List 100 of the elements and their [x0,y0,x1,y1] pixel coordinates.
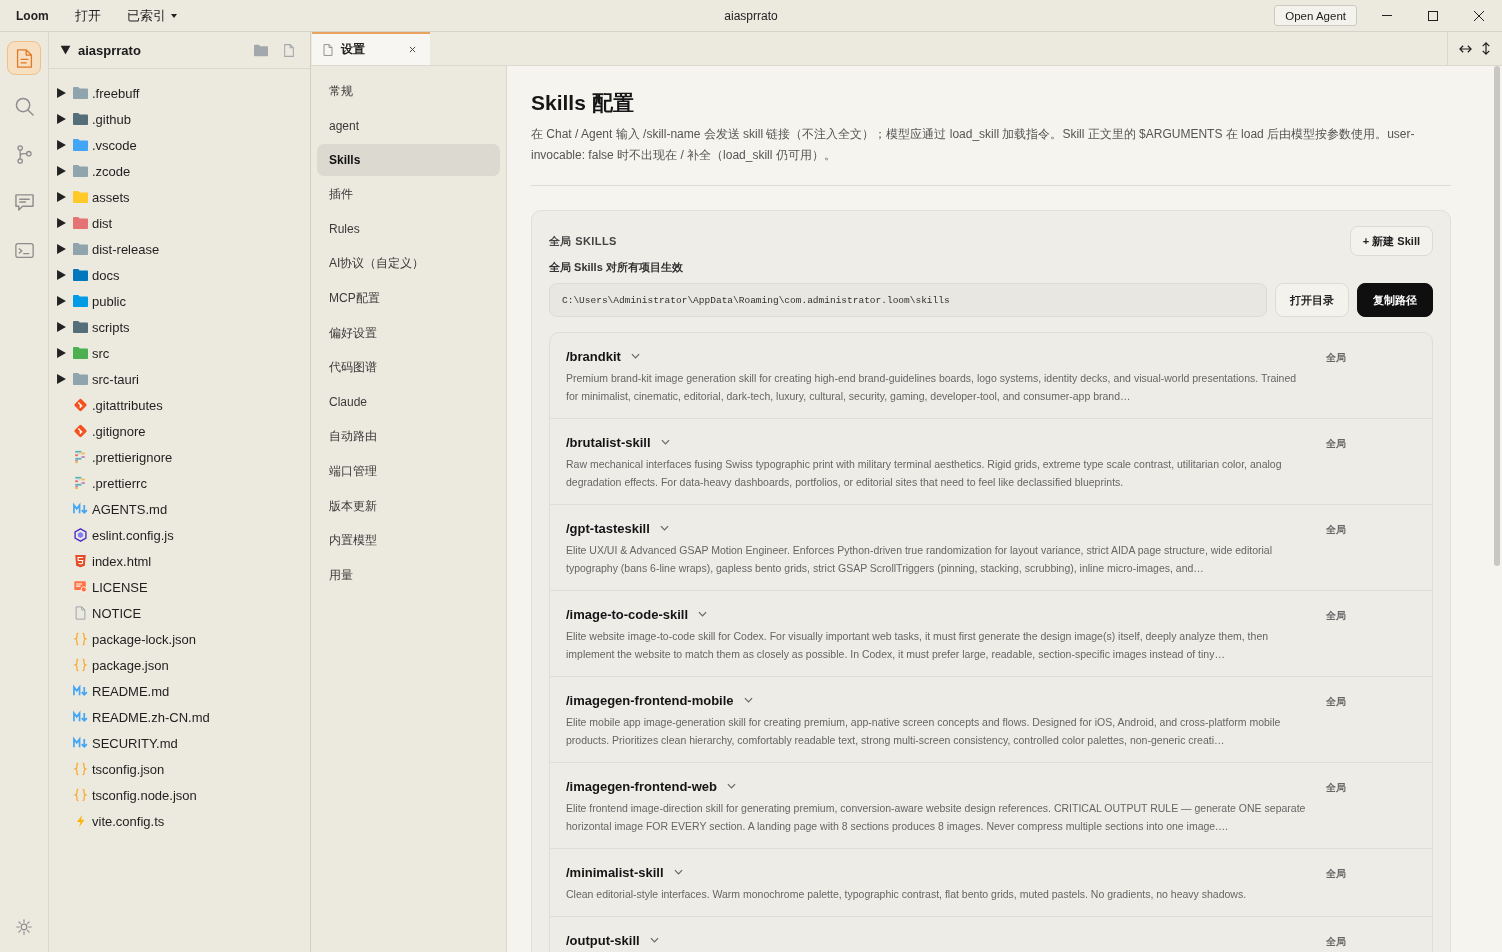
caret-icon[interactable] [57,322,66,332]
tree-item[interactable]: .gitignore [49,418,310,444]
tree-item[interactable]: .github [49,106,310,132]
project-name[interactable]: aiasprrato [78,42,141,58]
tree-item[interactable]: assets [49,184,310,210]
tree-item[interactable]: AGENTS.md [49,496,310,522]
file-icon [72,606,88,620]
tree-item[interactable]: LICENSE [49,574,310,600]
settings-nav-item[interactable]: 插件 [317,178,500,211]
caret-icon[interactable] [57,374,66,384]
caret-icon[interactable] [57,140,66,150]
tree-item[interactable]: .prettierignore [49,444,310,470]
settings-nav-item[interactable]: Rules [317,213,500,246]
new-skill-button[interactable]: + 新建 Skill [1349,226,1433,256]
caret-icon[interactable] [57,166,66,176]
copy-path-button[interactable]: 复制路径 [1357,283,1433,317]
git-icon [72,424,88,438]
page-title: Skills 配置 [531,90,635,116]
close-icon[interactable] [409,46,416,53]
tree-item[interactable]: src-tauri [49,366,310,392]
settings-nav-item[interactable]: Skills [317,144,500,177]
scrollbar-thumb[interactable] [1494,66,1500,566]
document-icon [14,48,34,68]
chevron-down-icon[interactable] [659,525,669,531]
settings-nav-item[interactable]: 偏好设置 [317,317,500,350]
chevron-down-icon[interactable] [630,353,640,359]
vertical-arrows-icon[interactable] [1481,42,1491,55]
tree-item[interactable]: docs [49,262,310,288]
tree-item[interactable]: .freebuff [49,80,310,106]
tree-item[interactable]: .gitattributes [49,392,310,418]
tree-item[interactable]: tsconfig.node.json [49,782,310,808]
settings-nav-item[interactable]: 代码图谱 [317,351,500,384]
tree-item[interactable]: dist-release [49,236,310,262]
app-name: Loom [16,8,49,23]
maximize-icon [1428,10,1438,21]
chevron-down-icon[interactable] [649,937,659,943]
tree-item[interactable]: package-lock.json [49,626,310,652]
braces-icon [72,788,88,802]
caret-icon[interactable] [57,114,66,124]
settings-nav-item[interactable]: Claude [317,386,500,419]
close-icon [1474,10,1484,21]
chevron-down-icon[interactable] [673,869,683,875]
hexagon-icon [72,528,88,542]
editor-tab[interactable]: 设置 [312,32,430,65]
skill-description: Elite website image-to-code skill for Codex. For visually important web tasks, it must first generate the design image(s) itself, deeply analyze them, then implement the website to match them as closely as possible. In Codex, it must prefer large, readable, section-specific images instead of tiny… [566,629,1270,662]
caret-icon[interactable] [57,244,66,254]
open-agent-button[interactable]: Open Agent [1274,5,1357,26]
caret-icon[interactable] [57,88,66,98]
tree-item[interactable]: src [49,340,310,366]
markdown-icon [72,710,88,724]
path-field[interactable]: C:\Users\Administrator\AppData\Roaming\com.administrator.loom\skills [549,283,1267,317]
settings-nav-item[interactable]: 用量 [317,559,500,592]
skill-description: Elite frontend image-direction skill for generating premium, conversion-aware website design references. CRITICAL OUTPUT RULE — generate ONE separate horizontal image FOR EVERY section. A landing page with 8 sections produces 8 images. Never compress multiple sections into one image.… [566,801,1307,834]
caret-icon[interactable] [57,348,66,358]
tree-item[interactable]: tsconfig.json [49,756,310,782]
page-description: 在 Chat / Agent 输入 /skill-name 会发送 skill 链接（不注入全文）；模型应通过 load_skill 加载指令。Skill 正文里的 $ARGUMENTS 在 load 后由模型按参数使用。user-invocable: false 时不出现在 / 补全（load_skill 仍可用）。 [531,126,1416,164]
settings-nav-item[interactable]: 自动路由 [317,420,500,453]
tree-item[interactable]: .prettierrc [49,470,310,496]
tree-item[interactable]: NOTICE [49,600,310,626]
tree-item[interactable]: SECURITY.md [49,730,310,756]
caret-icon[interactable] [57,218,66,228]
braces-icon [72,762,88,776]
tree-item[interactable]: scripts [49,314,310,340]
chevron-down-icon[interactable] [726,783,736,789]
open-folder-button[interactable]: 打开目录 [1275,283,1349,317]
settings-nav-item[interactable]: agent [317,109,500,142]
tree-item[interactable]: package.json [49,652,310,678]
scope-tag: 全局 [1314,519,1432,577]
caret-icon[interactable] [57,296,66,306]
caret-icon[interactable] [60,45,71,55]
caret-icon[interactable] [57,192,66,202]
markdown-icon [72,502,88,516]
settings-nav-item[interactable]: 端口管理 [317,455,500,488]
settings-nav-item[interactable]: 常规 [317,75,500,107]
caret-icon[interactable] [57,270,66,280]
tree-item[interactable]: .vscode [49,132,310,158]
settings-nav-item[interactable]: 内置模型 [317,524,500,557]
chevron-down-icon[interactable] [743,697,753,703]
tree-item[interactable]: README.zh-CN.md [49,704,310,730]
tree-item[interactable]: README.md [49,678,310,704]
settings-nav-item[interactable]: MCP配置 [317,282,500,315]
settings-nav-item[interactable]: 版本更新 [317,490,500,523]
skill-name: /minimalist-skill [566,864,664,880]
skill-description: Raw mechanical interfaces fusing Swiss typographic print with military terminal aesthetics. Rigid grids, extreme type scale contrast, utilitarian color, analog degradation effects. For data-heavy dashboards, portfolios, or editorial sites that need to feel like declassified blueprints. [566,457,1283,490]
chevron-down-icon[interactable] [660,439,670,445]
section-subtitle: 全局 Skills 对所有项目生效 [549,260,684,275]
horizontal-arrows-icon[interactable] [1459,43,1472,54]
menu-item[interactable]: 打开 [68,4,107,27]
tree-item[interactable]: eslint.config.js [49,522,310,548]
files-tab[interactable] [7,41,41,75]
chevron-down-icon[interactable] [698,611,708,617]
settings-nav-item[interactable]: AI协议（自定义） [317,247,500,280]
tree-item[interactable]: vite.config.ts [49,808,310,834]
tree-item[interactable]: dist [49,210,310,236]
scrollbar[interactable] [1492,66,1502,952]
tree-item[interactable]: .zcode [49,158,310,184]
menu-item[interactable]: 已索引 [120,4,183,27]
tree-item[interactable]: index.html [49,548,310,574]
prettier-icon [72,476,88,490]
tree-item[interactable]: public [49,288,310,314]
